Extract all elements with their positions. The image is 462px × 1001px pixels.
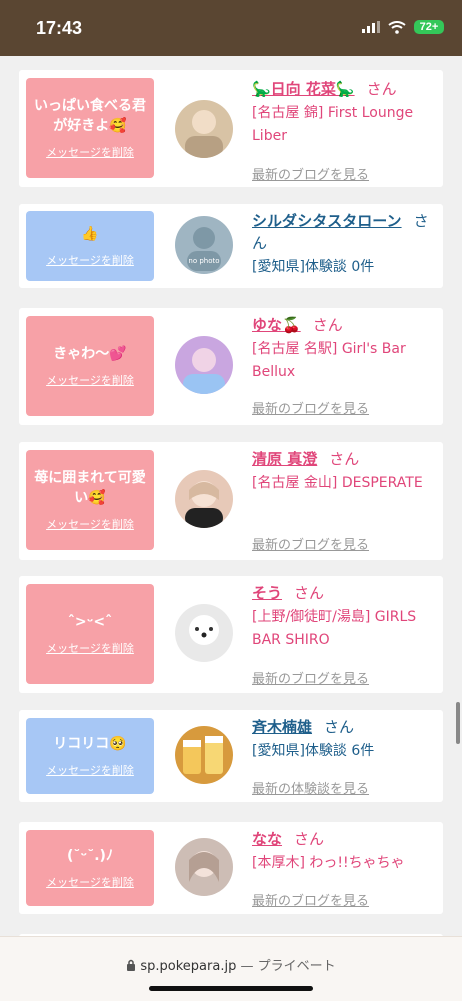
experience-count: [愛知県]体験談 0件 xyxy=(252,259,375,275)
delete-message-link[interactable]: メッセージを削除 xyxy=(46,874,134,890)
status-icons: 72+ xyxy=(362,20,444,34)
no-photo-text: no photo xyxy=(188,257,219,265)
latest-blog-link[interactable]: 最新のブログを見る xyxy=(252,398,369,417)
message-bubble: きゃわ〜💕 メッセージを削除 xyxy=(26,316,154,416)
profile-name[interactable]: なな xyxy=(252,830,282,848)
message-bubble: 👍 メッセージを削除 xyxy=(26,211,154,281)
list-item[interactable]: 苺に囲まれて可愛い🥰 メッセージを削除 清原 真澄 さん [名古屋 金山] DES… xyxy=(19,442,443,560)
wifi-icon xyxy=(388,20,406,34)
message-text: リコリコ🥺 xyxy=(53,736,127,752)
private-mode-label: — プライベート xyxy=(240,959,336,974)
message-text: 👍 xyxy=(81,226,99,242)
honorific: さん xyxy=(294,830,325,848)
message-text: きゃわ〜💕 xyxy=(53,346,127,362)
url-domain: sp.pokepara.jp xyxy=(140,959,237,974)
browser-url-bar[interactable]: sp.pokepara.jp — プライベート xyxy=(0,936,462,1001)
profile-name[interactable]: ゆな🍒 xyxy=(252,316,301,334)
experience-count: [愛知県]体験談 6件 xyxy=(252,743,375,759)
message-text: (˘ᵕ˘.)ﾉ xyxy=(67,848,113,864)
avatar[interactable] xyxy=(175,604,233,662)
latest-blog-link[interactable]: 最新のブログを見る xyxy=(252,668,369,687)
url-display[interactable]: sp.pokepara.jp — プライベート xyxy=(0,955,462,974)
signal-icon xyxy=(362,21,380,33)
profile-info: シルダシタスタローン さん [愛知県]体験談 0件 xyxy=(252,210,438,282)
delete-message-link[interactable]: メッセージを削除 xyxy=(46,516,134,532)
list-item[interactable]: (˘ᵕ˘.)ﾉ メッセージを削除 なな さん [本厚木] わっ!!ちゃちゃ 最新の… xyxy=(19,822,443,914)
avatar[interactable]: no photo xyxy=(175,216,233,274)
profile-name[interactable]: 🦕日向 花菜🦕 xyxy=(252,80,355,98)
message-bubble: (˘ᵕ˘.)ﾉ メッセージを削除 xyxy=(26,830,154,906)
shop-name: [本厚木] わっ!!ちゃちゃ xyxy=(252,855,405,871)
profile-name[interactable]: 清原 真澄 xyxy=(252,450,317,468)
avatar[interactable] xyxy=(175,726,233,784)
list-item[interactable]: きゃわ〜💕 メッセージを削除 ゆな🍒 さん [名古屋 名駅] Girl's Bar… xyxy=(19,308,443,425)
profile-info: ゆな🍒 さん [名古屋 名駅] Girl's Bar Bellux 最新のブログを… xyxy=(252,314,438,418)
honorific: さん xyxy=(324,718,355,736)
delete-message-link[interactable]: メッセージを削除 xyxy=(46,640,134,656)
lock-icon xyxy=(127,959,136,971)
message-text: いっぱい食べる君が好きよ🥰 xyxy=(34,98,146,134)
latest-blog-link[interactable]: 最新のブログを見る xyxy=(252,534,369,553)
honorific: さん xyxy=(312,316,343,334)
profile-name[interactable]: そう xyxy=(252,584,282,602)
shop-name: [名古屋 金山] DESPERATE xyxy=(252,475,423,491)
list-item[interactable]: リコリコ🥺 メッセージを削除 斉木楠雄 さん [愛知県]体験談 6件 最新の体験談… xyxy=(19,710,443,802)
honorific: さん xyxy=(329,450,360,468)
avatar[interactable] xyxy=(175,838,233,896)
profile-info: 🦕日向 花菜🦕 さん [名古屋 錦] First Lounge Liber 最新の… xyxy=(252,78,438,183)
delete-message-link[interactable]: メッセージを削除 xyxy=(46,144,134,160)
message-bubble: 苺に囲まれて可愛い🥰 メッセージを削除 xyxy=(26,450,154,550)
shop-name: [名古屋 名駅] Girl's Bar Bellux xyxy=(252,341,406,380)
status-time: 17:43 xyxy=(36,18,83,38)
delete-message-link[interactable]: メッセージを削除 xyxy=(46,372,134,388)
latest-blog-link[interactable]: 最新のブログを見る xyxy=(252,164,369,183)
profile-info: そう さん [上野/御徒町/湯島] GIRLS BAR SHIRO 最新のブログを… xyxy=(252,582,438,688)
profile-info: 清原 真澄 さん [名古屋 金山] DESPERATE 最新のブログを見る xyxy=(252,448,438,554)
profile-info: 斉木楠雄 さん [愛知県]体験談 6件 最新の体験談を見る xyxy=(252,716,438,797)
message-bubble: いっぱい食べる君が好きよ🥰 メッセージを削除 xyxy=(26,78,154,178)
honorific: さん xyxy=(366,80,397,98)
message-text: 苺に囲まれて可愛い🥰 xyxy=(34,470,146,506)
scrollbar[interactable] xyxy=(456,702,460,744)
shop-name: [上野/御徒町/湯島] GIRLS BAR SHIRO xyxy=(252,609,417,648)
latest-blog-link[interactable]: 最新のブログを見る xyxy=(252,890,369,909)
list-item[interactable]: 👍 メッセージを削除 no photo シルダシタスタローン さん [愛知県]体験… xyxy=(19,204,443,288)
latest-review-link[interactable]: 最新の体験談を見る xyxy=(252,778,369,797)
delete-message-link[interactable]: メッセージを削除 xyxy=(46,762,134,778)
avatar[interactable] xyxy=(175,470,233,528)
message-bubble: リコリコ🥺 メッセージを削除 xyxy=(26,718,154,794)
list-item[interactable]: いっぱい食べる君が好きよ🥰 メッセージを削除 🦕日向 花菜🦕 さん [名古屋 錦]… xyxy=(19,70,443,187)
profile-name[interactable]: シルダシタスタローン xyxy=(252,212,402,230)
list-item[interactable]: ˆ>ᵕ<ˆ メッセージを削除 そう さん [上野/御徒町/湯島] GIRLS BA… xyxy=(19,576,443,693)
profile-name[interactable]: 斉木楠雄 xyxy=(252,718,312,736)
status-bar: 17:43 72+ xyxy=(0,0,462,56)
avatar[interactable] xyxy=(175,336,233,394)
message-bubble: ˆ>ᵕ<ˆ メッセージを削除 xyxy=(26,584,154,684)
honorific: さん xyxy=(294,584,325,602)
delete-message-link[interactable]: メッセージを削除 xyxy=(46,252,134,268)
home-indicator[interactable] xyxy=(149,986,313,991)
shop-name: [名古屋 錦] First Lounge Liber xyxy=(252,105,414,144)
battery-icon: 72+ xyxy=(414,20,444,34)
profile-info: なな さん [本厚木] わっ!!ちゃちゃ 最新のブログを見る xyxy=(252,828,438,909)
avatar[interactable] xyxy=(175,100,233,158)
message-text: ˆ>ᵕ<ˆ xyxy=(67,614,113,630)
